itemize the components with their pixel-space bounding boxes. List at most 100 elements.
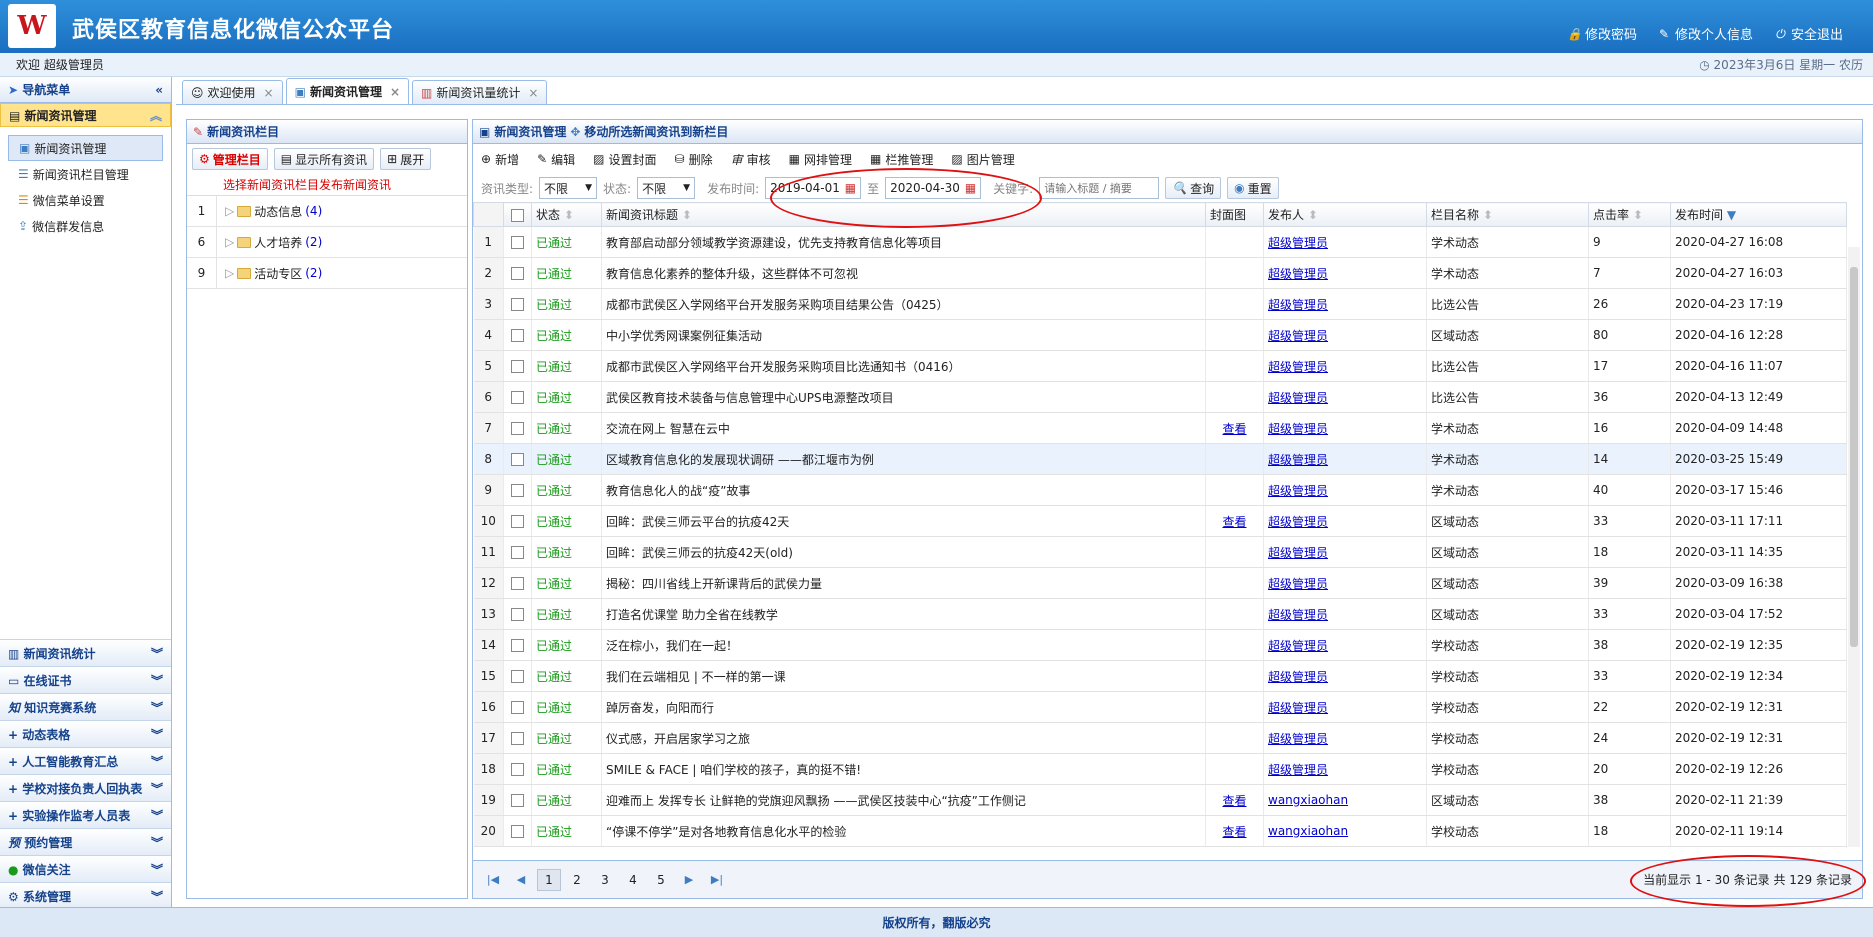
sidebar-group-ai-education[interactable]: + 人工智能教育汇总 ︾ [0, 747, 171, 774]
page-3[interactable]: 3 [593, 869, 617, 891]
author-link[interactable]: 超级管理员 [1268, 360, 1328, 374]
author-link[interactable]: 超级管理员 [1268, 422, 1328, 436]
row-checkbox[interactable] [511, 639, 524, 652]
delete-button[interactable]: ⛁ 删除 [675, 151, 713, 168]
table-row[interactable]: 20 已通过 “停课不停学”是对各地教育信息化水平的检验 查看 wangxiaohan 学… [473, 815, 1847, 847]
close-icon[interactable]: × [528, 86, 538, 100]
change-password-link[interactable]: 🔒 修改密码 [1567, 24, 1637, 44]
calendar-icon[interactable]: ▦ [965, 181, 976, 195]
page-5[interactable]: 5 [649, 869, 673, 891]
set-cover-button[interactable]: ▨ 设置封面 [593, 151, 656, 168]
expand-arrow-icon[interactable]: ▷ [225, 266, 234, 280]
title-cell[interactable]: 揭秘：四川省线上开新课背后的武侯力量 [601, 567, 1206, 599]
author-link[interactable]: 超级管理员 [1268, 267, 1328, 281]
title-cell[interactable]: 打造名优课堂 助力全省在线教学 [601, 598, 1206, 630]
logout-link[interactable]: ⏻ 安全退出 [1773, 24, 1843, 44]
expand-button[interactable]: ⊞ 展开 [380, 148, 432, 170]
sidebar-item-news-manage[interactable]: ▣ 新闻资讯管理 [8, 135, 163, 161]
table-row[interactable]: 10 已通过 回眸：武侯三师云平台的抗疫42天 查看 超级管理员 区域动态 33 2020-0… [473, 505, 1847, 537]
select-all-checkbox[interactable] [511, 208, 524, 222]
type-select[interactable]: 不限 ▼ [539, 177, 598, 199]
edit-profile-link[interactable]: ✎ 修改个人信息 [1657, 24, 1753, 44]
author-link[interactable]: 超级管理员 [1268, 546, 1328, 560]
title-cell[interactable]: 迎难而上 发挥专长 让鲜艳的党旗迎风飘扬 ——武侯区技装中心“抗疫”工作侧记 [601, 784, 1206, 816]
row-checkbox[interactable] [511, 670, 524, 683]
tab-news-stats[interactable]: ▥ 新闻资讯量统计 × [412, 80, 548, 104]
author-link[interactable]: 超级管理员 [1268, 236, 1328, 250]
show-all-button[interactable]: ▤ 显示所有资讯 [273, 148, 375, 170]
expand-arrow-icon[interactable]: ▷ [225, 204, 234, 218]
web-rank-button[interactable]: ▦ 网排管理 [789, 151, 852, 168]
title-cell[interactable]: 教育信息化素养的整体升级，这些群体不可忽视 [601, 257, 1206, 289]
prev-page-icon[interactable]: ◀ [509, 869, 533, 891]
row-checkbox[interactable] [511, 515, 524, 528]
sidebar-group-dynamic-table[interactable]: + 动态表格 ︾ [0, 720, 171, 747]
author-link[interactable]: 超级管理员 [1268, 639, 1328, 653]
reset-button[interactable]: ◉ 重置 [1227, 177, 1279, 199]
manage-column-button[interactable]: ⚙ 管理栏目 [192, 148, 268, 170]
sidebar-item-news-column[interactable]: ☰ 新闻资讯栏目管理 [8, 161, 163, 187]
status-select[interactable]: 不限 ▼ [637, 177, 696, 199]
sidebar-group-school-contact[interactable]: + 学校对接负责人回执表 ︾ [0, 774, 171, 801]
row-checkbox[interactable] [511, 484, 524, 497]
page-4[interactable]: 4 [621, 869, 645, 891]
move-to-column-link[interactable]: 移动所选新闻资讯到新栏目 [584, 123, 728, 140]
sidebar-group-lab-proctor[interactable]: + 实验操作监考人员表 ︾ [0, 801, 171, 828]
row-checkbox[interactable] [511, 608, 524, 621]
title-cell[interactable]: 回眸：武侯三师云的抗疫42天(old) [601, 536, 1206, 568]
author-link[interactable]: 超级管理员 [1268, 484, 1328, 498]
view-cover-link[interactable]: 查看 [1222, 825, 1246, 839]
expand-arrow-icon[interactable]: ▷ [225, 235, 234, 249]
row-checkbox[interactable] [511, 794, 524, 807]
next-page-icon[interactable]: ▶ [677, 869, 701, 891]
search-button[interactable]: 🔍 查询 [1165, 177, 1222, 199]
tree-node[interactable]: 6 ▷ 人才培养 (2) [187, 227, 467, 258]
title-cell[interactable]: 泛在棕小，我们在一起！ [601, 629, 1206, 661]
row-checkbox[interactable] [511, 453, 524, 466]
calendar-icon[interactable]: ▦ [845, 181, 856, 195]
table-row[interactable]: 2 已通过 教育信息化素养的整体升级，这些群体不可忽视 超级管理员 学术动态 7 2020-… [473, 257, 1847, 289]
view-cover-link[interactable]: 查看 [1222, 515, 1246, 529]
tab-welcome[interactable]: ☺ 欢迎使用 × [182, 80, 283, 104]
title-cell[interactable]: 交流在网上 智慧在云中 [601, 412, 1206, 444]
row-checkbox[interactable] [511, 825, 524, 838]
first-page-icon[interactable]: |◀ [481, 869, 505, 891]
table-row[interactable]: 12 已通过 揭秘：四川省线上开新课背后的武侯力量 超级管理员 区域动态 39 2020-0… [473, 567, 1847, 599]
sidebar-group-quiz[interactable]: 知 知识竞赛系统 ︾ [0, 693, 171, 720]
tree-node[interactable]: 9 ▷ 活动专区 (2) [187, 258, 467, 289]
sidebar-group-certificate[interactable]: ▭ 在线证书 ︾ [0, 666, 171, 693]
row-checkbox[interactable] [511, 422, 524, 435]
table-row[interactable]: 13 已通过 打造名优课堂 助力全省在线教学 超级管理员 区域动态 33 2020-03-0… [473, 598, 1847, 630]
author-link[interactable]: 超级管理员 [1268, 732, 1328, 746]
sidebar-item-wechat-menu[interactable]: ☰ 微信菜单设置 [8, 187, 163, 213]
row-checkbox[interactable] [511, 267, 524, 280]
author-link[interactable]: 超级管理员 [1268, 515, 1328, 529]
row-checkbox[interactable] [511, 298, 524, 311]
collapse-sidebar-icon[interactable]: « [155, 83, 163, 97]
row-checkbox[interactable] [511, 236, 524, 249]
table-row[interactable]: 15 已通过 我们在云端相见 | 不一样的第一课 超级管理员 学校动态 33 2020-02… [473, 660, 1847, 692]
table-row[interactable]: 17 已通过 仪式感，开启居家学习之旅 超级管理员 学校动态 24 2020-02-19 1… [473, 722, 1847, 754]
page-1[interactable]: 1 [537, 868, 561, 891]
title-cell[interactable]: 回眸：武侯三师云平台的抗疫42天 [601, 505, 1206, 537]
author-link[interactable]: 超级管理员 [1268, 329, 1328, 343]
title-cell[interactable]: 中小学优秀网课案例征集活动 [601, 319, 1206, 351]
sidebar-group-booking[interactable]: 预 预约管理 ︾ [0, 828, 171, 855]
date-from-field[interactable]: 2019-04-01 ▦ [765, 177, 862, 199]
close-icon[interactable]: × [390, 85, 400, 99]
author-link[interactable]: 超级管理员 [1268, 453, 1328, 467]
close-icon[interactable]: × [264, 86, 274, 100]
title-cell[interactable]: 教育部启动部分领域教学资源建设，优先支持教育信息化等项目 [601, 226, 1206, 258]
author-link[interactable]: wangxiaohan [1268, 793, 1348, 807]
review-button[interactable]: 审审核 [731, 151, 771, 168]
table-row[interactable]: 4 已通过 中小学优秀网课案例征集活动 超级管理员 区域动态 80 2020-04-16 1… [473, 319, 1847, 351]
title-cell[interactable]: 区域教育信息化的发展现状调研 ——都江堰市为例 [601, 443, 1206, 475]
title-cell[interactable]: 仪式感，开启居家学习之旅 [601, 722, 1206, 754]
view-cover-link[interactable]: 查看 [1222, 794, 1246, 808]
row-checkbox[interactable] [511, 360, 524, 373]
sidebar-item-wechat-broadcast[interactable]: ⇪ 微信群发信息 [8, 213, 163, 239]
sidebar-group-wechat-follow[interactable]: ● 微信关注 ︾ [0, 855, 171, 882]
table-row[interactable]: 14 已通过 泛在棕小，我们在一起！ 超级管理员 学校动态 38 2020-02-19 12… [473, 629, 1847, 661]
table-row[interactable]: 1 已通过 教育部启动部分领域教学资源建设，优先支持教育信息化等项目 超级管理员 学术动… [473, 226, 1847, 258]
last-page-icon[interactable]: ▶| [705, 869, 729, 891]
